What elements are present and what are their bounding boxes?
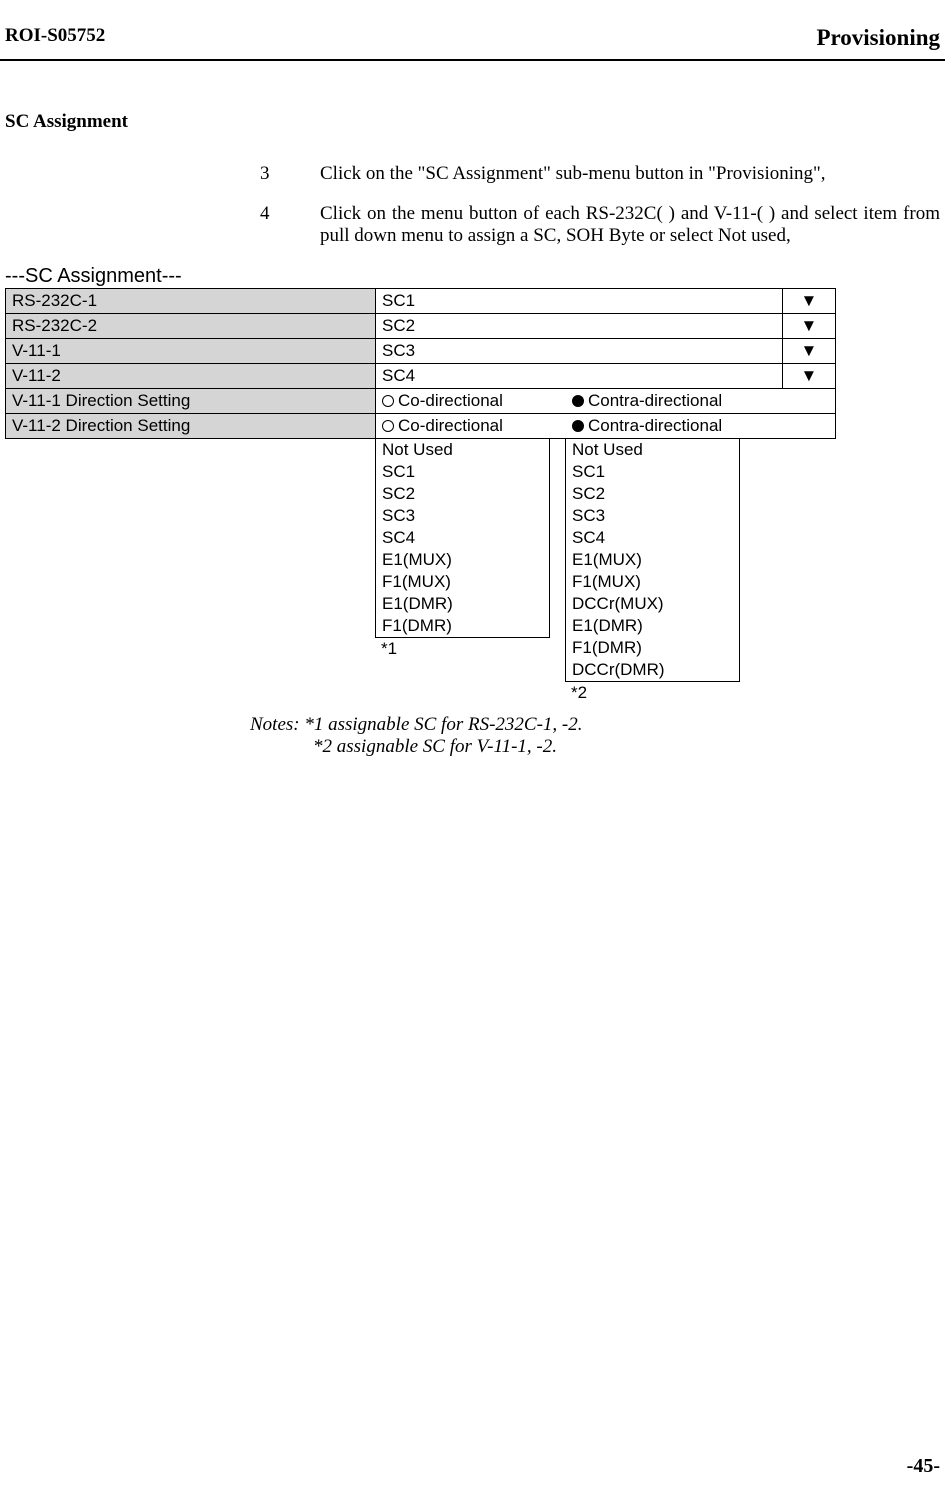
list-item[interactable]: Not Used xyxy=(566,439,739,461)
list-item[interactable]: E1(DMR) xyxy=(376,593,549,615)
chevron-down-icon[interactable]: ▼ xyxy=(782,314,835,339)
list-item[interactable]: Not Used xyxy=(376,439,549,461)
radio-unselected-icon xyxy=(382,420,394,432)
note-line-1: Notes: *1 assignable SC for RS-232C-1, -… xyxy=(250,714,945,736)
radio-label: Contra-directional xyxy=(588,391,722,411)
step-text: Click on the menu button of each RS-232C… xyxy=(320,203,940,247)
contra-directional-radio[interactable]: Contra-directional xyxy=(572,391,722,411)
list-item[interactable]: SC2 xyxy=(566,483,739,505)
sc-assignment-table: RS-232C-1 SC1 ▼ RS-232C-2 SC2 ▼ V-11-1 S… xyxy=(5,288,836,439)
list-item[interactable]: SC3 xyxy=(566,505,739,527)
table-row: RS-232C-2 SC2 ▼ xyxy=(6,314,836,339)
list-item[interactable]: SC1 xyxy=(566,461,739,483)
dropdown-footnote-1: *1 xyxy=(375,638,550,660)
table-row: V-11-1 SC3 ▼ xyxy=(6,339,836,364)
dropdown-list-rs232c[interactable]: Not Used SC1 SC2 SC3 SC4 E1(MUX) F1(MUX)… xyxy=(375,438,550,638)
panel-title: ---SC Assignment--- xyxy=(0,265,945,288)
note-line-2: *2 assignable SC for V-11-1, -2. xyxy=(250,736,945,758)
co-directional-radio[interactable]: Co-directional xyxy=(382,391,572,411)
list-item[interactable]: SC3 xyxy=(376,505,549,527)
row-label-rs232c-1: RS-232C-1 xyxy=(6,289,376,314)
step-4: 4 Click on the menu button of each RS-23… xyxy=(0,203,945,247)
dropdown-examples: Not Used SC1 SC2 SC3 SC4 E1(MUX) F1(MUX)… xyxy=(0,438,945,704)
list-item[interactable]: SC1 xyxy=(376,461,549,483)
radio-selected-icon xyxy=(572,420,584,432)
section-title: SC Assignment xyxy=(0,111,945,133)
row-label-v11-2: V-11-2 xyxy=(6,364,376,389)
list-item[interactable]: E1(DMR) xyxy=(566,615,739,637)
row-value-v11-2[interactable]: SC4 xyxy=(376,364,783,389)
radio-label: Contra-directional xyxy=(588,416,722,436)
table-row: V-11-1 Direction Setting Co-directional … xyxy=(6,389,836,414)
page-number: -45- xyxy=(907,1455,940,1478)
chevron-down-icon[interactable]: ▼ xyxy=(782,364,835,389)
row-value-rs232c-1[interactable]: SC1 xyxy=(376,289,783,314)
row-value-rs232c-2[interactable]: SC2 xyxy=(376,314,783,339)
row-label-rs232c-2: RS-232C-2 xyxy=(6,314,376,339)
dropdown-footnote-2: *2 xyxy=(565,682,740,704)
contra-directional-radio[interactable]: Contra-directional xyxy=(572,416,722,436)
row-label-v11-1-direction: V-11-1 Direction Setting xyxy=(6,389,376,414)
list-item[interactable]: DCCr(DMR) xyxy=(566,659,739,681)
list-item[interactable]: SC4 xyxy=(566,527,739,549)
step-number: 4 xyxy=(260,203,320,247)
page-header: ROI-S05752 Provisioning xyxy=(0,25,945,61)
table-row: RS-232C-1 SC1 ▼ xyxy=(6,289,836,314)
row-value-v11-1[interactable]: SC3 xyxy=(376,339,783,364)
list-item[interactable]: F1(MUX) xyxy=(376,571,549,593)
list-item[interactable]: E1(MUX) xyxy=(566,549,739,571)
list-item[interactable]: SC2 xyxy=(376,483,549,505)
list-item[interactable]: F1(DMR) xyxy=(376,615,549,637)
notes-block: Notes: *1 assignable SC for RS-232C-1, -… xyxy=(0,714,945,758)
list-item[interactable]: SC4 xyxy=(376,527,549,549)
table-row: V-11-2 Direction Setting Co-directional … xyxy=(6,414,836,439)
radio-selected-icon xyxy=(572,395,584,407)
step-text: Click on the "SC Assignment" sub-menu bu… xyxy=(320,163,940,185)
list-item[interactable]: E1(MUX) xyxy=(376,549,549,571)
step-number: 3 xyxy=(260,163,320,185)
row-label-v11-1: V-11-1 xyxy=(6,339,376,364)
doc-id: ROI-S05752 xyxy=(5,25,105,51)
row-label-v11-2-direction: V-11-2 Direction Setting xyxy=(6,414,376,439)
chevron-down-icon[interactable]: ▼ xyxy=(782,289,835,314)
list-item[interactable]: F1(MUX) xyxy=(566,571,739,593)
dropdown-list-v11[interactable]: Not Used SC1 SC2 SC3 SC4 E1(MUX) F1(MUX)… xyxy=(565,438,740,682)
radio-label: Co-directional xyxy=(398,391,503,411)
radio-label: Co-directional xyxy=(398,416,503,436)
radio-unselected-icon xyxy=(382,395,394,407)
list-item[interactable]: DCCr(MUX) xyxy=(566,593,739,615)
table-row: V-11-2 SC4 ▼ xyxy=(6,364,836,389)
chevron-down-icon[interactable]: ▼ xyxy=(782,339,835,364)
step-3: 3 Click on the "SC Assignment" sub-menu … xyxy=(0,163,945,185)
co-directional-radio[interactable]: Co-directional xyxy=(382,416,572,436)
chapter-title: Provisioning xyxy=(816,25,940,51)
list-item[interactable]: F1(DMR) xyxy=(566,637,739,659)
